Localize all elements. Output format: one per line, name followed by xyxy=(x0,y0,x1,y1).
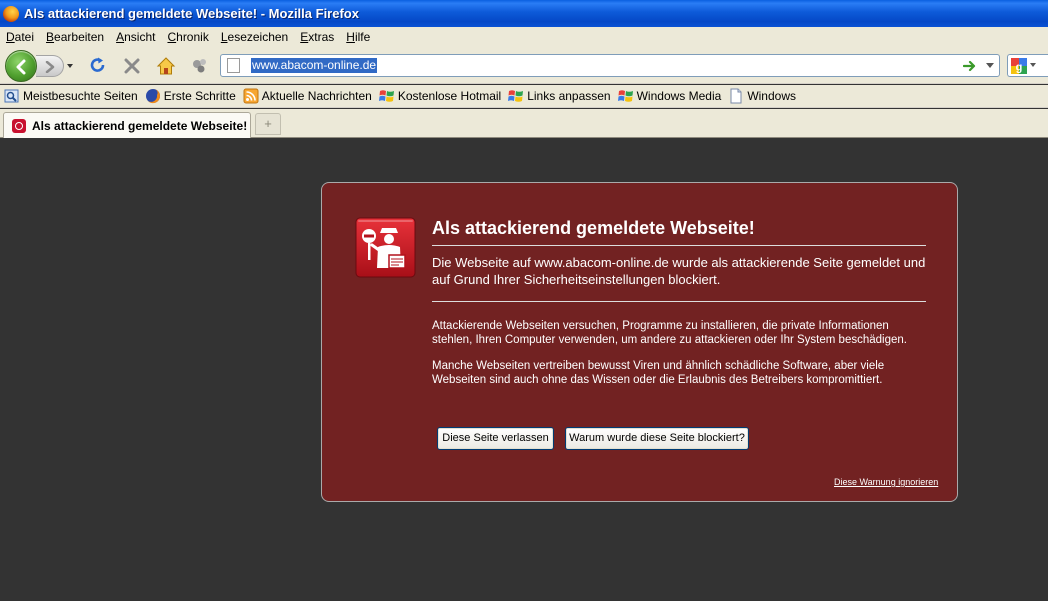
blocked-site-icon xyxy=(12,118,26,133)
error-description-paragraph-1: Attackierende Webseiten versuchen, Progr… xyxy=(432,320,907,346)
back-arrow-icon xyxy=(16,59,26,75)
menu-chronik[interactable]: Chronik xyxy=(161,27,214,47)
windows-flag-icon xyxy=(378,90,394,102)
error-long-description: Attackierende Webseiten versuchen, Progr… xyxy=(432,319,926,399)
windows-flag-icon xyxy=(617,90,633,102)
menu-hilfe[interactable]: Hilfe xyxy=(340,27,376,47)
window-titlebar: Als attackierend gemeldete Webseite! - M… xyxy=(0,0,1048,27)
error-description-paragraph-2: Manche Webseiten vertreiben bewusst Vire… xyxy=(432,360,885,386)
ignore-warning-link[interactable]: Diese Warnung ignorieren xyxy=(834,477,938,487)
menu-extras[interactable]: Extras xyxy=(294,27,340,47)
rss-feed-icon xyxy=(243,88,259,104)
bookmark-aktuelle-nachrichten[interactable]: Aktuelle Nachrichten xyxy=(243,86,372,106)
tab-blocked-page[interactable]: Als attackierend gemeldete Webseite! xyxy=(3,112,251,138)
bookmark-windows[interactable]: Windows xyxy=(728,86,796,106)
forward-button[interactable] xyxy=(36,55,64,77)
search-bar[interactable]: g xyxy=(1007,54,1048,77)
firefox-logo-icon xyxy=(3,5,19,22)
page-content: Als attackierend gemeldete Webseite! Die… xyxy=(0,139,1048,601)
new-tab-button[interactable]: + xyxy=(255,113,281,135)
bookmark-erste-schritte[interactable]: Erste Schritte xyxy=(145,86,236,106)
plus-icon: + xyxy=(264,116,272,131)
add-on-icon[interactable] xyxy=(190,56,210,76)
menu-datei[interactable]: Datei xyxy=(0,27,40,47)
reload-icon[interactable] xyxy=(88,56,108,76)
bookmark-links-anpassen[interactable]: Links anpassen xyxy=(508,86,611,106)
error-page-container: Als attackierend gemeldete Webseite! Die… xyxy=(321,182,958,502)
error-title: Als attackierend gemeldete Webseite! xyxy=(432,218,926,246)
leave-page-button[interactable]: Diese Seite verlassen xyxy=(437,427,554,450)
url-dropdown-icon[interactable] xyxy=(986,63,994,69)
window-title: Als attackierend gemeldete Webseite! - M… xyxy=(24,6,359,21)
page-favicon-icon xyxy=(227,58,240,73)
blocked-site-policeman-icon xyxy=(355,217,416,278)
svg-text:g: g xyxy=(1016,62,1023,74)
why-blocked-button[interactable]: Warum wurde diese Seite blockiert? xyxy=(565,427,749,450)
stop-icon[interactable] xyxy=(122,56,142,76)
bookmarks-toolbar: Meistbesuchte Seiten Erste Schritte Aktu… xyxy=(0,85,1048,108)
home-icon[interactable] xyxy=(156,56,176,76)
back-button[interactable] xyxy=(5,50,37,82)
bookmark-windows-media[interactable]: Windows Media xyxy=(617,86,721,106)
url-text[interactable]: www.abacom-online.de xyxy=(251,58,378,73)
go-arrow-icon[interactable] xyxy=(963,59,977,73)
menu-lesezeichen[interactable]: Lesezeichen xyxy=(215,27,294,47)
menu-bar: Datei Bearbeiten Ansicht Chronik Lesezei… xyxy=(0,27,1048,47)
google-search-engine-icon[interactable]: g xyxy=(1011,58,1027,74)
error-short-description: Die Webseite auf www.abacom-online.de wu… xyxy=(432,254,926,302)
search-engine-dropdown-icon[interactable] xyxy=(1030,63,1036,68)
history-dropdown-icon[interactable] xyxy=(64,60,76,72)
windows-flag-icon xyxy=(508,90,524,102)
firefox-icon xyxy=(145,88,160,104)
bookmark-kostenlose-hotmail[interactable]: Kostenlose Hotmail xyxy=(378,86,501,106)
bookmark-meistbesuchte-seiten[interactable]: Meistbesuchte Seiten xyxy=(4,86,138,106)
smart-bookmark-icon xyxy=(4,89,19,103)
menu-ansicht[interactable]: Ansicht xyxy=(110,27,161,47)
tab-bar: Als attackierend gemeldete Webseite! + xyxy=(0,109,1048,138)
page-icon xyxy=(730,88,742,104)
menu-bearbeiten[interactable]: Bearbeiten xyxy=(40,27,110,47)
url-bar[interactable]: www.abacom-online.de xyxy=(220,54,1000,77)
forward-arrow-icon xyxy=(45,61,55,73)
navigation-toolbar: www.abacom-online.de g xyxy=(0,47,1048,84)
